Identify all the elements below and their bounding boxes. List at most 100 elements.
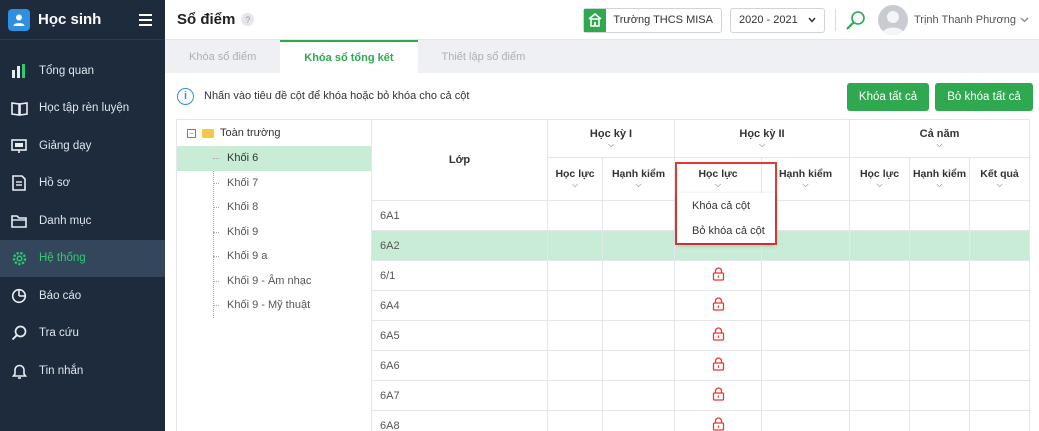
sidebar-item-system[interactable]: Hệ thống <box>0 239 165 277</box>
hamburger-menu-icon[interactable] <box>131 6 159 34</box>
grade-cell[interactable] <box>968 380 1031 411</box>
lock-column-option[interactable]: Khóa cả cột <box>677 193 775 218</box>
sidebar-item-teaching[interactable]: Giảng dạy <box>0 127 165 165</box>
column-header-cn-hanh-kiem[interactable]: Hạnh kiểm ⌵ <box>909 157 970 201</box>
sidebar-item-reports[interactable]: Báo cáo <box>0 277 165 315</box>
tab-grade-settings[interactable]: Thiết lập sổ điểm <box>418 40 550 73</box>
lock-cell[interactable] <box>674 350 762 381</box>
grade-cell[interactable] <box>547 290 603 321</box>
grade-cell[interactable] <box>909 320 970 351</box>
grade-cell[interactable] <box>849 200 910 231</box>
lock-cell[interactable] <box>674 290 762 321</box>
lock-all-button[interactable]: Khóa tất cả <box>847 83 929 111</box>
grade-cell[interactable] <box>602 230 675 261</box>
grade-cell[interactable] <box>909 290 970 321</box>
user-name[interactable]: Trịnh Thanh Phương <box>914 14 1016 26</box>
grade-cell[interactable] <box>849 230 910 261</box>
group-header-hk2[interactable]: Học kỳ II ⌵ <box>674 119 850 158</box>
grade-cell[interactable] <box>909 230 970 261</box>
grade-cell[interactable] <box>849 290 910 321</box>
grade-cell[interactable] <box>761 260 850 291</box>
lock-cell[interactable] <box>674 320 762 351</box>
grade-cell[interactable] <box>968 230 1031 261</box>
grade-cell[interactable] <box>849 320 910 351</box>
grade-cell[interactable] <box>761 350 850 381</box>
group-header-ca-nam[interactable]: Cả năm ⌵ <box>848 119 1031 158</box>
year-select[interactable]: 2020 - 2021 <box>729 7 825 33</box>
grade-cell[interactable] <box>968 410 1031 431</box>
column-header-hk1-hoc-luc[interactable]: Học lực ⌵ <box>547 157 603 201</box>
lock-cell[interactable] <box>674 410 762 431</box>
group-header-hk1[interactable]: Học kỳ I ⌵ <box>547 119 675 158</box>
grade-cell[interactable] <box>761 320 850 351</box>
tree-item-khoi-9a[interactable]: Khối 9 a <box>177 244 371 269</box>
grade-cell[interactable] <box>968 200 1031 231</box>
tree-item-khoi-9[interactable]: Khối 9 <box>177 220 371 245</box>
grade-cell[interactable] <box>602 290 675 321</box>
grade-cell[interactable] <box>547 380 603 411</box>
grade-cell[interactable] <box>909 380 970 411</box>
unlock-all-button[interactable]: Bỏ khóa tất cả <box>935 83 1033 111</box>
grade-cell[interactable] <box>761 410 850 431</box>
grade-cell[interactable] <box>547 230 603 261</box>
tree-item-khoi-9-music[interactable]: Khối 9 - Âm nhạc <box>177 269 371 294</box>
grade-cell[interactable] <box>968 260 1031 291</box>
tree-root[interactable]: − Toàn trường <box>177 120 371 146</box>
avatar[interactable] <box>877 5 908 35</box>
sidebar-item-lookup[interactable]: Tra cứu <box>0 315 165 353</box>
lock-icon[interactable] <box>712 297 725 314</box>
grade-cell[interactable] <box>602 200 675 231</box>
sidebar-item-records[interactable]: Hồ sơ <box>0 165 165 203</box>
grade-cell[interactable] <box>968 320 1031 351</box>
grade-cell[interactable] <box>547 350 603 381</box>
grade-cell[interactable] <box>968 350 1031 381</box>
sidebar-item-messages[interactable]: Tin nhắn <box>0 352 165 390</box>
sidebar-item-catalog[interactable]: Danh mục <box>0 202 165 240</box>
grade-cell[interactable] <box>761 290 850 321</box>
tab-lock-summary[interactable]: Khóa sổ tổng kết <box>280 40 418 73</box>
grade-cell[interactable] <box>909 410 970 431</box>
lock-cell[interactable] <box>674 380 762 411</box>
grade-cell[interactable] <box>761 380 850 411</box>
tree-item-khoi-6[interactable]: Khối 6 <box>177 146 371 171</box>
lock-icon[interactable] <box>712 267 725 284</box>
grade-cell[interactable] <box>602 380 675 411</box>
tree-item-khoi-8[interactable]: Khối 8 <box>177 195 371 220</box>
grade-cell[interactable] <box>602 350 675 381</box>
sidebar-item-study[interactable]: Học tập rèn luyện <box>0 90 165 128</box>
grade-cell[interactable] <box>849 350 910 381</box>
grade-cell[interactable] <box>909 200 970 231</box>
grade-cell[interactable] <box>602 320 675 351</box>
sidebar-item-label: Báo cáo <box>39 289 82 302</box>
column-header-cn-hoc-luc[interactable]: Học lực ⌵ <box>849 157 910 201</box>
grade-cell[interactable] <box>602 410 675 431</box>
lock-cell[interactable] <box>674 260 762 291</box>
lock-icon[interactable] <box>712 417 725 431</box>
lock-icon[interactable] <box>712 327 725 344</box>
tree-item-khoi-7[interactable]: Khối 7 <box>177 171 371 196</box>
grade-cell[interactable] <box>547 410 603 431</box>
collapse-icon[interactable]: − <box>187 128 196 138</box>
grade-cell[interactable] <box>849 260 910 291</box>
column-header-cn-ket-qua[interactable]: Kết quả ⌵ <box>968 157 1031 201</box>
grade-cell[interactable] <box>909 350 970 381</box>
sidebar-item-overview[interactable]: Tổng quan <box>0 52 165 90</box>
lock-icon[interactable] <box>712 357 725 374</box>
grade-cell[interactable] <box>547 200 603 231</box>
grade-cell[interactable] <box>547 320 603 351</box>
school-selector[interactable]: Trường THCS MISA <box>583 7 722 33</box>
grade-cell[interactable] <box>547 260 603 291</box>
grade-cell[interactable] <box>602 260 675 291</box>
column-header-hk1-hanh-kiem[interactable]: Hạnh kiểm ⌵ <box>602 157 675 201</box>
lock-icon[interactable] <box>712 387 725 404</box>
grade-cell[interactable] <box>849 410 910 431</box>
grade-cell[interactable] <box>909 260 970 291</box>
tab-lock-grades[interactable]: Khóa sổ điểm <box>165 40 280 73</box>
grade-cell[interactable] <box>968 290 1031 321</box>
chevron-down-icon[interactable] <box>1020 15 1029 26</box>
help-icon[interactable]: ? <box>241 13 255 26</box>
magnifier-search-icon[interactable] <box>844 8 868 32</box>
grade-cell[interactable] <box>849 380 910 411</box>
unlock-column-option[interactable]: Bỏ khóa cả cột <box>677 218 775 243</box>
tree-item-khoi-9-art[interactable]: Khối 9 - Mỹ thuật <box>177 293 371 318</box>
